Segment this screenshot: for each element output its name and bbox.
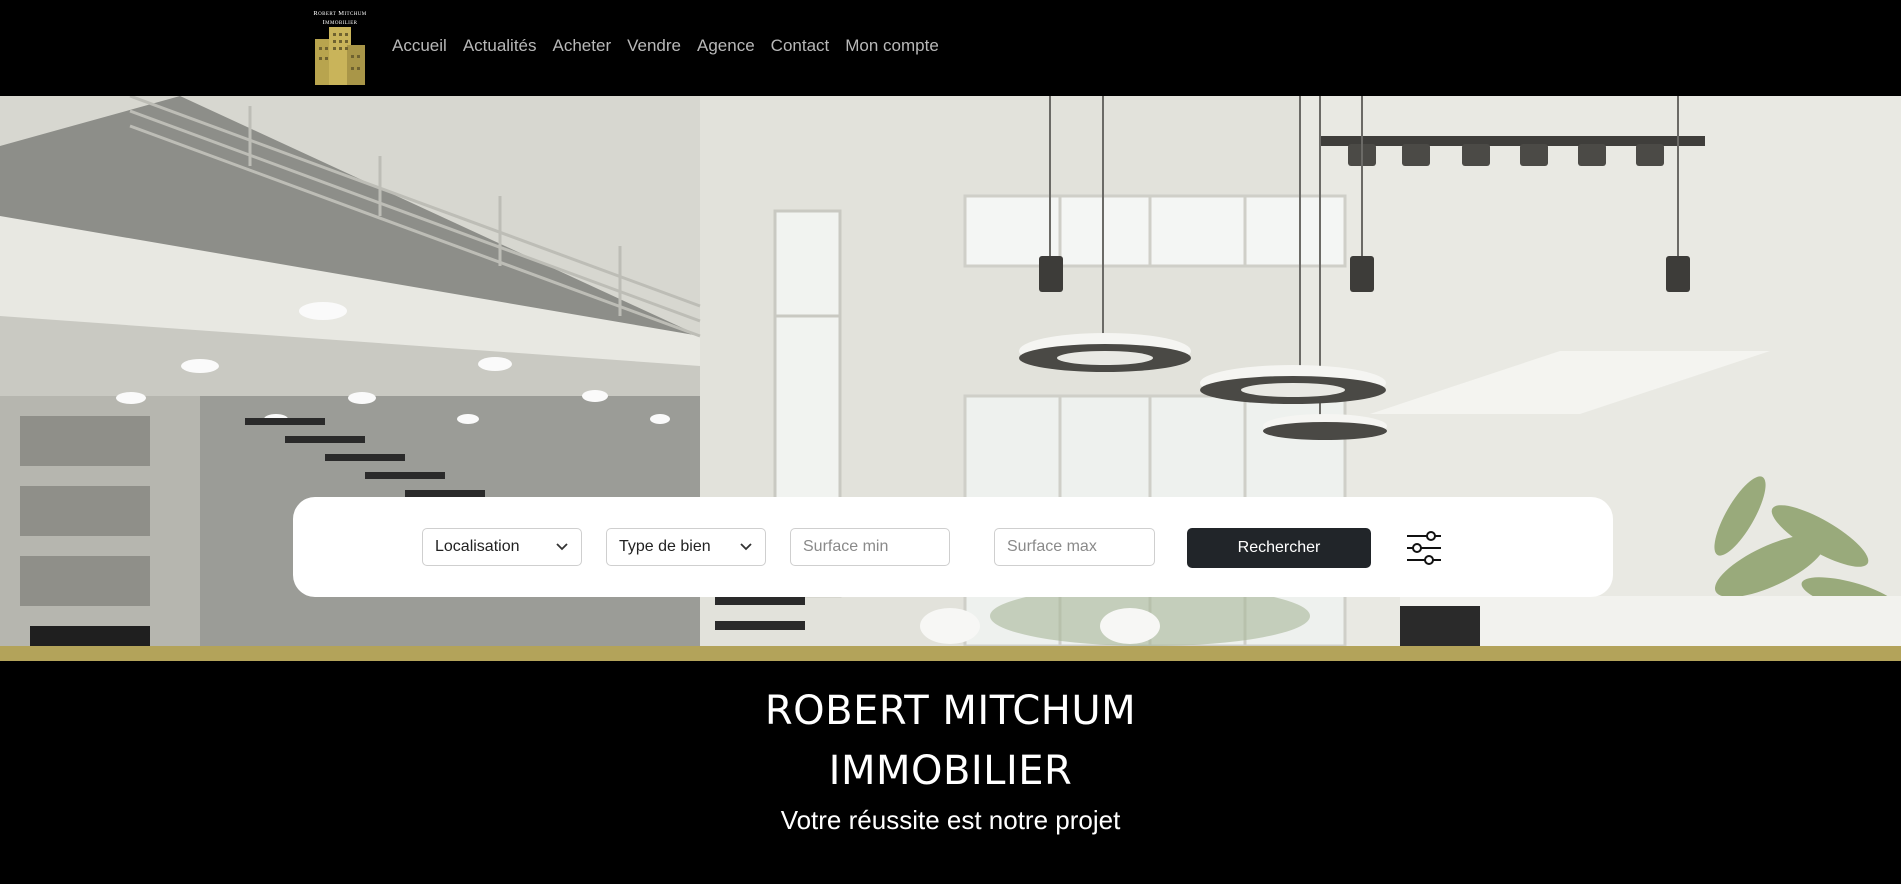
brand-tagline: Votre réussite est notre projet: [780, 805, 1121, 835]
main-nav: Accueil Actualités Acheter Vendre Agence…: [392, 36, 939, 56]
brand-section: ROBERT MITCHUM IMMOBILIER Votre réussite…: [0, 661, 1901, 884]
property-type-select-value: Type de bien: [619, 538, 711, 555]
search-button[interactable]: Rechercher: [1187, 528, 1371, 568]
logo-text: Robert Mitchum Immobilier: [308, 9, 372, 27]
company-logo[interactable]: Robert Mitchum Immobilier: [308, 9, 372, 87]
building-logo-icon: [315, 27, 365, 85]
top-navbar: Robert Mitchum Immobilier Accueil Actual…: [0, 0, 1901, 96]
location-select-value: Localisation: [435, 538, 520, 555]
property-type-select[interactable]: Type de bien: [606, 528, 766, 566]
hero-banner: Localisation Type de bien Rechercher: [0, 96, 1901, 646]
sliders-icon: [1407, 531, 1441, 565]
nav-contact[interactable]: Contact: [771, 36, 830, 56]
location-select[interactable]: Localisation: [422, 528, 582, 566]
nav-accueil[interactable]: Accueil: [392, 36, 447, 56]
logo-line-1: Robert Mitchum: [313, 10, 367, 17]
brand-title-line-2: IMMOBILIER: [828, 748, 1073, 794]
brand-title: ROBERT MITCHUM IMMOBILIER: [0, 661, 1901, 801]
surface-max-input[interactable]: [994, 528, 1155, 566]
nav-acheter[interactable]: Acheter: [553, 36, 612, 56]
property-search-panel: Localisation Type de bien Rechercher: [293, 497, 1613, 597]
nav-actualites[interactable]: Actualités: [463, 36, 537, 56]
nav-mon-compte[interactable]: Mon compte: [845, 36, 939, 56]
chevron-down-icon: [556, 543, 568, 551]
gold-accent-band: [0, 646, 1901, 661]
logo-line-2: Immobilier: [322, 19, 358, 26]
nav-vendre[interactable]: Vendre: [627, 36, 681, 56]
advanced-filters-button[interactable]: [1403, 527, 1445, 569]
brand-title-line-1: ROBERT MITCHUM: [764, 688, 1137, 734]
nav-agence[interactable]: Agence: [697, 36, 755, 56]
chevron-down-icon: [740, 543, 752, 551]
surface-min-input[interactable]: [790, 528, 950, 566]
